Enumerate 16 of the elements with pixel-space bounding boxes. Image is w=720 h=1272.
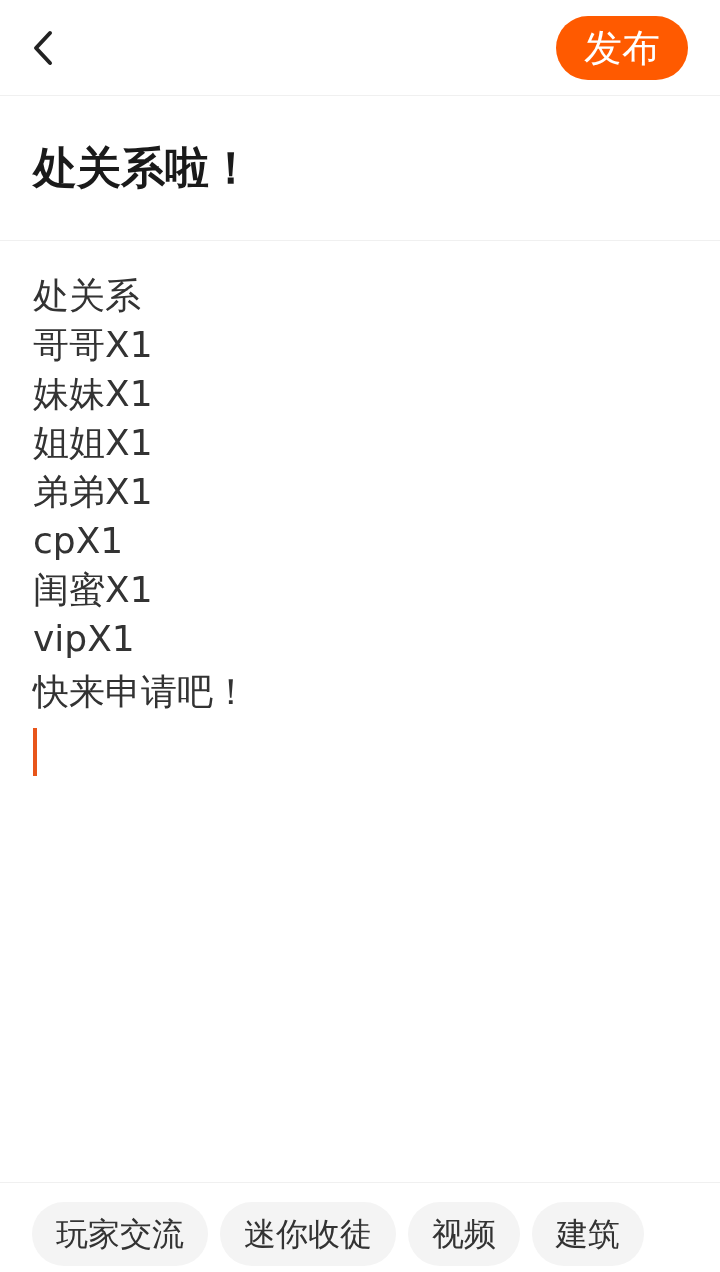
body-text-line: 快来申请吧！ bbox=[33, 670, 250, 714]
body-text-line: 弟弟X1 bbox=[33, 470, 154, 514]
body-text-line: vipX1 bbox=[33, 617, 136, 661]
topic-chip[interactable]: 视频 bbox=[408, 1202, 520, 1266]
back-icon[interactable] bbox=[32, 29, 54, 66]
body-text-line: cpX1 bbox=[33, 519, 125, 563]
topic-chip[interactable]: 迷你收徒 bbox=[220, 1202, 396, 1266]
body-text-line: 妹妹X1 bbox=[33, 372, 154, 416]
body-text-line: 闺蜜X1 bbox=[33, 568, 154, 612]
topic-chip[interactable]: 建筑 bbox=[532, 1202, 644, 1266]
text-cursor bbox=[33, 728, 37, 776]
topic-chip[interactable]: 玩家交流 bbox=[32, 1202, 208, 1266]
body-text-line: 哥哥X1 bbox=[33, 323, 154, 367]
body-text-line: 处关系 bbox=[33, 274, 142, 318]
post-title[interactable]: 处关系啦！ bbox=[0, 96, 720, 241]
body-text-line: 姐姐X1 bbox=[33, 421, 154, 465]
